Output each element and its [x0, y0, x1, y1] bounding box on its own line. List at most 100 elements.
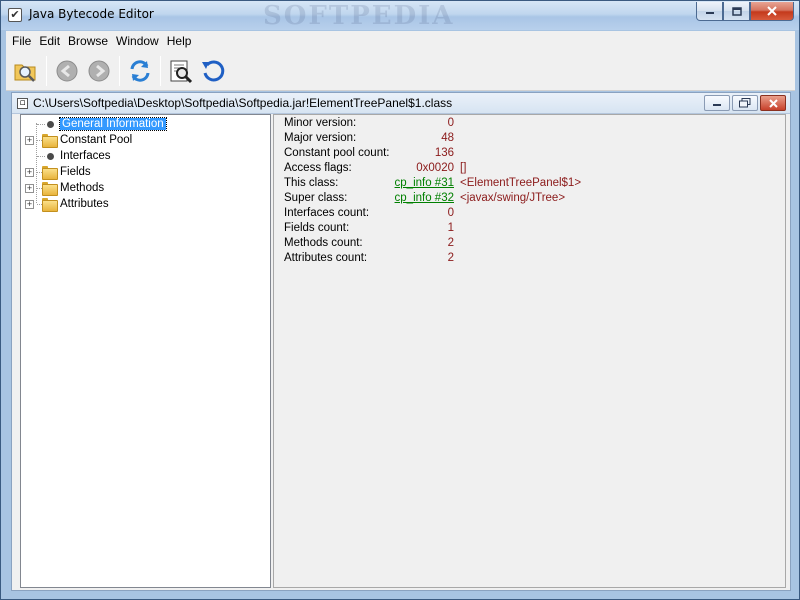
- folder-icon: [42, 182, 58, 196]
- info-label: This class:: [284, 177, 339, 189]
- reload-button[interactable]: [199, 57, 227, 85]
- info-row-fields-count: Fields count: 1: [284, 222, 764, 237]
- info-value: 2: [447, 252, 454, 264]
- info-label: Interfaces count:: [284, 207, 370, 219]
- menu-window[interactable]: Window: [112, 34, 163, 48]
- watermark: SOFTPEDIA: [263, 1, 455, 31]
- open-button[interactable]: [12, 57, 40, 85]
- tree-line: [37, 124, 45, 125]
- info-label: Methods count:: [284, 237, 363, 249]
- minimize-button[interactable]: [696, 2, 723, 21]
- main-window: ✔ SOFTPEDIA Java Bytecode Editor File Ed…: [0, 0, 800, 600]
- maximize-button[interactable]: [723, 2, 750, 21]
- tree-item-label[interactable]: Fields: [60, 166, 91, 178]
- frame-title-bar[interactable]: ▫ C:\Users\Softpedia\Desktop\Softpedia\S…: [12, 93, 790, 114]
- frame-title: C:\Users\Softpedia\Desktop\Softpedia\Sof…: [33, 96, 453, 110]
- tree-item-interfaces[interactable]: Interfaces: [31, 148, 111, 164]
- info-label: Major version:: [284, 132, 357, 144]
- tree-item-label[interactable]: General Information: [59, 117, 167, 131]
- toolbar: [6, 51, 795, 91]
- folder-icon: [42, 166, 58, 180]
- frame-buttons: [704, 95, 786, 111]
- info-value: 1: [447, 222, 454, 234]
- tree-item-label[interactable]: Methods: [60, 182, 104, 194]
- toolbar-separator: [119, 55, 120, 86]
- title-bar[interactable]: ✔ SOFTPEDIA Java Bytecode Editor: [1, 1, 799, 31]
- info-row-constant-pool-count: Constant pool count: 136: [284, 147, 764, 162]
- expand-icon[interactable]: +: [25, 183, 34, 193]
- info-value: 0: [447, 207, 454, 219]
- find-icon: [170, 60, 193, 83]
- info-label: Minor version:: [284, 117, 357, 129]
- this-class-link[interactable]: cp_info #31: [395, 177, 454, 189]
- menu-file[interactable]: File: [8, 34, 35, 48]
- frame-minimize-button[interactable]: [704, 95, 730, 111]
- frame-restore-button[interactable]: [732, 95, 758, 111]
- tree-item-label[interactable]: Interfaces: [60, 150, 111, 162]
- tree-item-general-information[interactable]: General Information: [31, 116, 167, 132]
- info-value: 0: [447, 117, 454, 129]
- info-row-minor-version: Minor version: 0: [284, 117, 764, 132]
- minimize-icon: [705, 12, 714, 14]
- close-icon: [768, 98, 778, 108]
- menu-browse[interactable]: Browse: [64, 34, 112, 48]
- info-row-major-version: Major version: 48: [284, 132, 764, 147]
- reload-icon: [202, 59, 225, 81]
- info-value: 0x0020: [416, 162, 454, 174]
- menu-help[interactable]: Help: [163, 34, 196, 48]
- tree-item-methods[interactable]: + Methods: [25, 180, 104, 196]
- tree-item-constant-pool[interactable]: + Constant Pool: [25, 132, 132, 148]
- expand-icon[interactable]: +: [25, 167, 34, 177]
- tree-item-label[interactable]: Constant Pool: [60, 134, 132, 146]
- caption-buttons: [696, 2, 794, 21]
- frame-close-button[interactable]: [760, 95, 786, 111]
- info-row-access-flags: Access flags: 0x0020 []: [284, 162, 764, 177]
- restore-icon: [739, 98, 751, 108]
- expand-icon[interactable]: +: [25, 135, 34, 145]
- info-extra: <javax/swing/JTree>: [460, 192, 566, 204]
- menu-bar: File Edit Browse Window Help: [6, 31, 795, 51]
- class-tree[interactable]: General Information + Constant Pool Inte…: [20, 114, 271, 588]
- refresh-icon: [130, 59, 150, 82]
- tree-item-fields[interactable]: + Fields: [25, 164, 91, 180]
- open-folder-icon: [14, 64, 36, 82]
- forward-button[interactable]: [85, 57, 113, 85]
- toolbar-separator: [46, 55, 47, 86]
- close-icon: [767, 6, 777, 16]
- info-label: Constant pool count:: [284, 147, 390, 159]
- info-row-methods-count: Methods count: 2: [284, 237, 764, 252]
- tree-item-attributes[interactable]: + Attributes: [25, 196, 109, 212]
- info-row-super-class: Super class: cp_info #32 <javax/swing/JT…: [284, 192, 764, 207]
- info-row-attributes-count: Attributes count: 2: [284, 252, 764, 267]
- tree-line: [37, 156, 45, 157]
- info-value: 48: [441, 132, 454, 144]
- leaf-bullet-icon: [47, 152, 54, 160]
- info-row-interfaces-count: Interfaces count: 0: [284, 207, 764, 222]
- info-label: Fields count:: [284, 222, 350, 234]
- info-value: 2: [447, 237, 454, 249]
- super-class-link[interactable]: cp_info #32: [395, 192, 454, 204]
- refresh-button[interactable]: [126, 57, 154, 85]
- tree-item-label[interactable]: Attributes: [60, 198, 109, 210]
- back-button[interactable]: [53, 57, 81, 85]
- app-icon[interactable]: ✔: [8, 8, 22, 22]
- info-label: Super class:: [284, 192, 348, 204]
- minimize-icon: [713, 104, 721, 106]
- info-label: Attributes count:: [284, 252, 368, 264]
- toolbar-separator: [160, 55, 161, 86]
- folder-icon: [42, 198, 58, 212]
- expand-icon[interactable]: +: [25, 199, 34, 209]
- find-button[interactable]: [167, 57, 195, 85]
- leaf-bullet-icon: [47, 120, 54, 128]
- frame-icon[interactable]: ▫: [17, 98, 28, 109]
- info-row-this-class: This class: cp_info #31 <ElementTreePane…: [284, 177, 764, 192]
- back-arrow-icon: [56, 60, 78, 81]
- folder-icon: [42, 134, 58, 148]
- menu-edit[interactable]: Edit: [35, 34, 64, 48]
- window-title: Java Bytecode Editor: [29, 7, 154, 21]
- class-file-frame: ▫ C:\Users\Softpedia\Desktop\Softpedia\S…: [11, 92, 791, 591]
- close-button[interactable]: [750, 2, 794, 21]
- info-extra: <ElementTreePanel$1>: [460, 177, 582, 189]
- info-value: 136: [434, 147, 454, 159]
- info-label: Access flags:: [284, 162, 352, 174]
